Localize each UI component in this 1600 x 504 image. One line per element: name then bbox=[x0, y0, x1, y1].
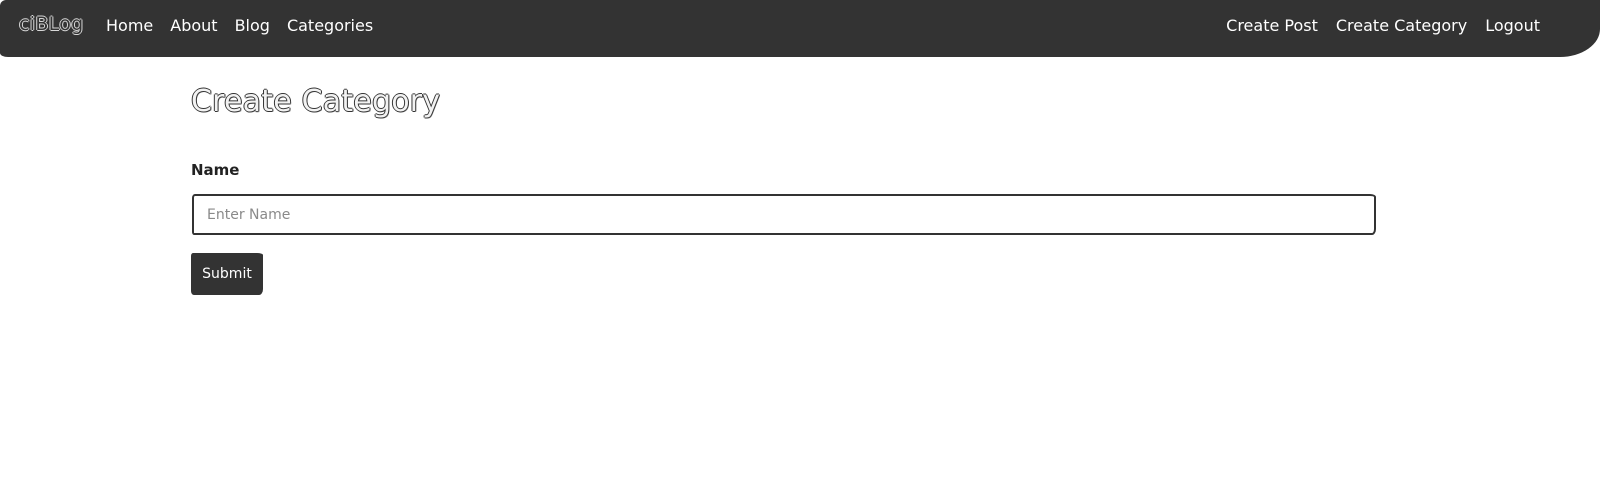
nav-link-home[interactable]: Home bbox=[106, 16, 153, 35]
nav-link-create-category[interactable]: Create Category bbox=[1336, 16, 1467, 35]
name-input[interactable] bbox=[192, 194, 1376, 235]
submit-button[interactable]: Submit bbox=[191, 253, 263, 295]
nav-link-logout[interactable]: Logout bbox=[1485, 16, 1540, 35]
nav-left-links: Home About Blog Categories bbox=[106, 16, 373, 35]
nav-link-about[interactable]: About bbox=[170, 16, 217, 35]
nav-link-blog[interactable]: Blog bbox=[235, 16, 270, 35]
page-title: Create Category bbox=[191, 84, 441, 119]
name-field-label: Name bbox=[191, 161, 240, 179]
nav-right-links: Create Post Create Category Logout bbox=[1226, 16, 1540, 35]
navbar: ciBLog Home About Blog Categories Create… bbox=[0, 0, 1600, 57]
nav-link-categories[interactable]: Categories bbox=[287, 16, 373, 35]
brand-logo-link[interactable]: ciBLog bbox=[19, 13, 84, 35]
nav-link-create-post[interactable]: Create Post bbox=[1226, 16, 1318, 35]
